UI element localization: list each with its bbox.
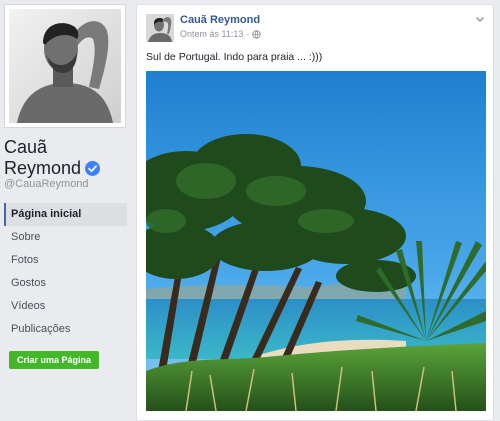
create-page-button[interactable]: Criar uma Página bbox=[9, 351, 100, 369]
profile-name-last: Reymond bbox=[4, 158, 82, 178]
profile-photo bbox=[9, 9, 121, 123]
post-card: Cauã Reymond Ontem às 11:13 · Sul de Por… bbox=[136, 4, 494, 421]
page-title[interactable]: Cauã Reymond bbox=[4, 137, 129, 179]
post-author-avatar[interactable] bbox=[146, 14, 174, 42]
nav-item-home[interactable]: Página inicial bbox=[4, 203, 127, 226]
nav-item-posts[interactable]: Publicações bbox=[4, 318, 127, 341]
nav-item-videos[interactable]: Vídeos bbox=[4, 295, 127, 318]
nav-item-about[interactable]: Sobre bbox=[4, 226, 127, 249]
globe-icon[interactable] bbox=[252, 29, 262, 39]
post-photo[interactable] bbox=[146, 71, 486, 411]
meta-separator: · bbox=[246, 29, 250, 39]
profile-name-first: Cauã bbox=[4, 137, 48, 157]
post-text: Sul de Portugal. Indo para praia ... :))… bbox=[146, 51, 323, 63]
verified-check-icon bbox=[85, 161, 101, 176]
nav-item-likes[interactable]: Gostos bbox=[4, 272, 127, 295]
post-author-name[interactable]: Cauã Reymond bbox=[180, 14, 260, 26]
post-meta: Ontem às 11:13 · bbox=[180, 29, 262, 39]
profile-picture[interactable] bbox=[4, 4, 126, 128]
nav-item-photos[interactable]: Fotos bbox=[4, 249, 127, 272]
chevron-down-icon[interactable] bbox=[475, 14, 485, 24]
page-nav: Página inicial Sobre Fotos Gostos Vídeos… bbox=[4, 203, 127, 341]
profile-handle: @CauaReymond bbox=[4, 178, 89, 190]
post-timestamp[interactable]: Ontem às 11:13 bbox=[180, 29, 243, 39]
